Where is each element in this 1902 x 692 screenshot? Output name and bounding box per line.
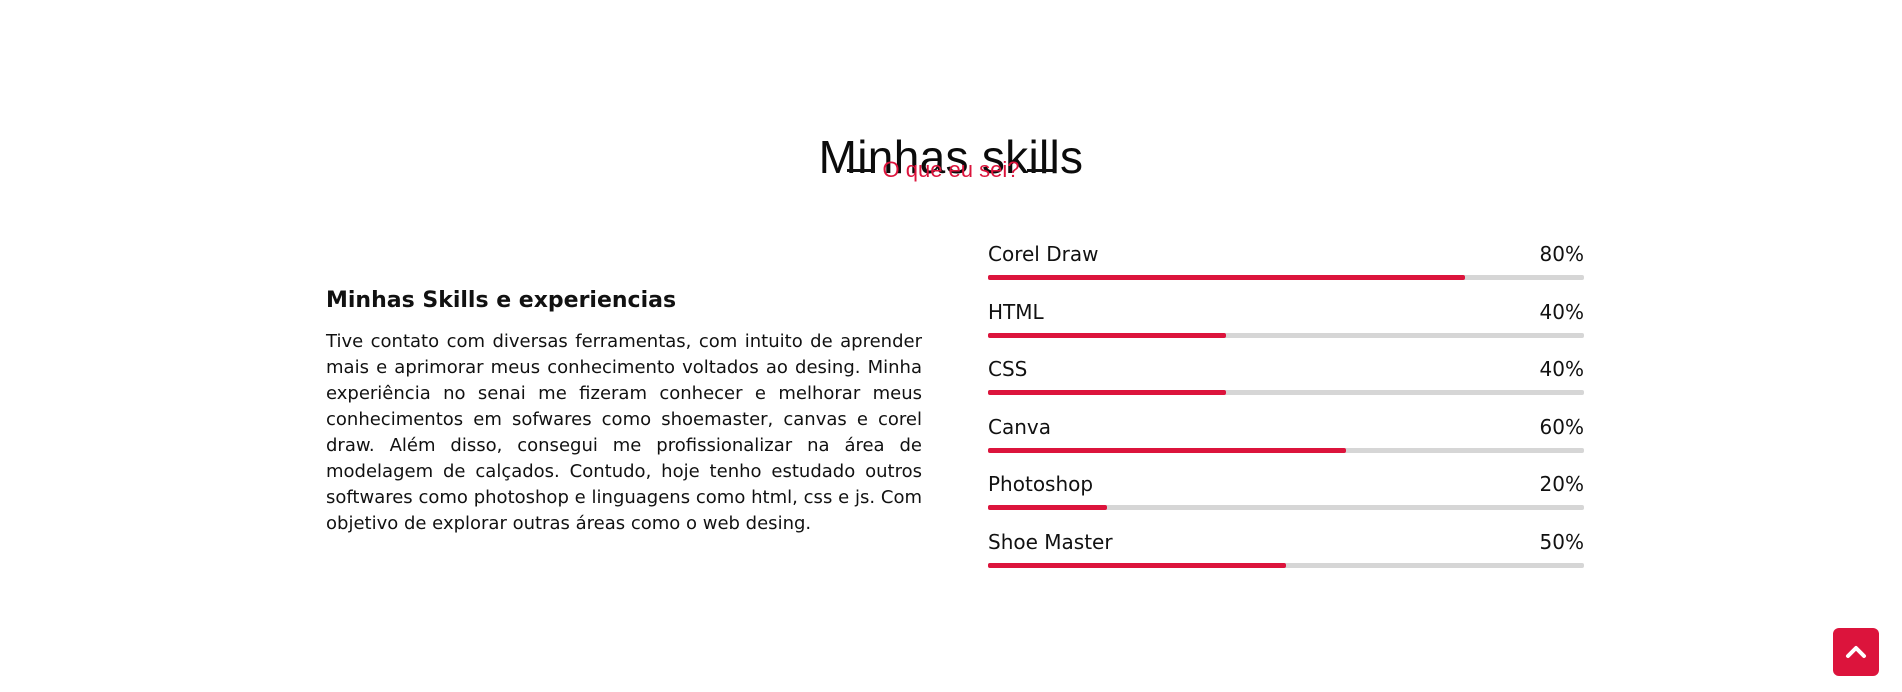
skill-item: CSS 40%: [988, 356, 1584, 414]
skill-item: Corel Draw 80%: [988, 241, 1584, 299]
skill-bar-fill: [988, 275, 1465, 280]
skill-percent: 80%: [1539, 242, 1584, 266]
skill-name: Shoe Master: [988, 529, 1113, 554]
skill-bar-fill: [988, 447, 1346, 453]
skill-percent: 20%: [1539, 472, 1584, 496]
skill-bar-track: [988, 447, 1584, 453]
skill-name: Canva: [988, 414, 1051, 439]
skill-bar-track: [988, 505, 1584, 510]
about-text: Tive contato com diversas ferramentas, c…: [326, 331, 922, 534]
about-heading: Minhas Skills e experiencias: [326, 288, 677, 313]
skill-bar-track: [988, 390, 1584, 395]
subtitle-row: O que eu sei?: [0, 157, 1902, 183]
about-column: Minhas Skills e experiencias Tive contat…: [326, 288, 922, 537]
skill-item: Shoe Master 50%: [988, 529, 1584, 587]
subtitle-left-dash: [846, 168, 875, 172]
skill-item: Canva 60%: [988, 414, 1584, 472]
skill-bar-fill: [988, 332, 1227, 338]
skill-name: Corel Draw: [988, 242, 1099, 266]
skill-name: CSS: [988, 357, 1028, 381]
skill-percent: 40%: [1539, 357, 1584, 381]
skill-item: Photoshop 20%: [988, 471, 1584, 529]
skill-name: HTML: [988, 299, 1044, 324]
skill-name: Photoshop: [988, 472, 1094, 496]
scroll-top-button[interactable]: [1833, 628, 1879, 676]
skill-bar-fill: [988, 390, 1227, 395]
skill-percent: 60%: [1539, 414, 1584, 439]
skill-bar-fill: [988, 505, 1108, 510]
chevron-up-icon: [1846, 646, 1866, 658]
skill-bar-track: [988, 562, 1584, 568]
skill-bar-fill: [988, 562, 1286, 568]
skill-percent: 50%: [1539, 529, 1584, 554]
subtitle-right-dash: [1027, 168, 1056, 172]
section-subtitle: O que eu sei?: [882, 157, 1020, 182]
skill-bar-track: [988, 275, 1584, 280]
skill-percent: 40%: [1539, 299, 1584, 324]
skill-bar-track: [988, 332, 1584, 338]
skill-item: HTML 40%: [988, 299, 1584, 357]
skills-list: Corel Draw 80% HTML 40% CSS 40% Canva 60…: [988, 241, 1584, 586]
